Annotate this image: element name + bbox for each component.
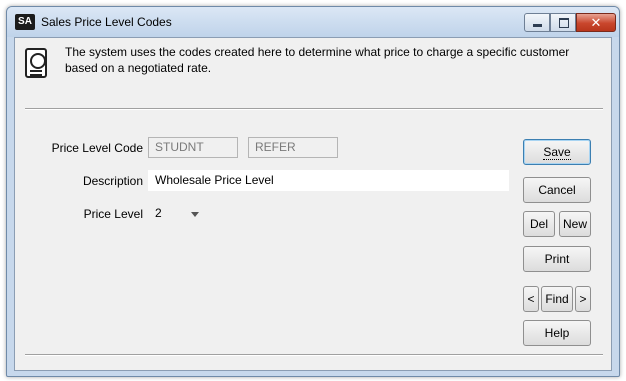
new-button-label: New — [562, 217, 587, 231]
separator-bottom — [25, 354, 603, 356]
description-field[interactable]: Wholesale Price Level — [148, 170, 509, 191]
find-previous-label: < — [527, 292, 535, 306]
dialog-client-area: The system uses the codes created here t… — [14, 37, 612, 371]
price-level-code-label: Price Level Code — [51, 141, 143, 155]
print-button[interactable]: Print — [523, 246, 591, 272]
description-label: Description — [82, 174, 143, 188]
close-icon: ✕ — [590, 15, 602, 30]
find-button-label: Find — [545, 292, 569, 306]
find-next-button[interactable]: > — [575, 286, 591, 312]
new-button[interactable]: New — [559, 211, 591, 237]
price-level-code-field-2[interactable]: REFER — [248, 137, 338, 158]
help-button[interactable]: Help — [523, 320, 591, 346]
save-button[interactable]: Save — [523, 139, 591, 165]
price-level-value: 2 — [155, 206, 162, 220]
app-icon: SA — [15, 14, 35, 30]
price-level-select[interactable]: 2 — [148, 203, 208, 224]
separator-top — [25, 108, 603, 110]
cancel-button-label: Cancel — [538, 183, 576, 197]
save-button-label: Save — [543, 145, 571, 160]
print-button-label: Print — [544, 252, 570, 266]
chevron-down-icon[interactable] — [191, 212, 199, 217]
info-message: The system uses the codes created here t… — [65, 45, 570, 75]
delete-button[interactable]: Del — [523, 211, 555, 237]
close-button[interactable]: ✕ — [576, 13, 616, 32]
cancel-button[interactable]: Cancel — [523, 177, 591, 203]
window: SA Sales Price Level Codes ✕ The system … — [6, 6, 620, 377]
price-level-label: Price Level — [83, 207, 143, 221]
document-gear-icon — [25, 48, 47, 78]
title-bar[interactable]: SA Sales Price Level Codes ✕ — [7, 7, 619, 37]
find-previous-button[interactable]: < — [523, 286, 539, 312]
price-level-code-field-1[interactable]: STUDNT — [148, 137, 238, 158]
find-next-label: > — [579, 292, 587, 306]
find-button[interactable]: Find — [541, 286, 573, 312]
help-button-label: Help — [544, 326, 570, 340]
minimize-button[interactable] — [524, 13, 550, 32]
maximize-button[interactable] — [550, 13, 576, 32]
window-title: Sales Price Level Codes — [41, 15, 172, 29]
delete-button-label: Del — [529, 217, 548, 231]
